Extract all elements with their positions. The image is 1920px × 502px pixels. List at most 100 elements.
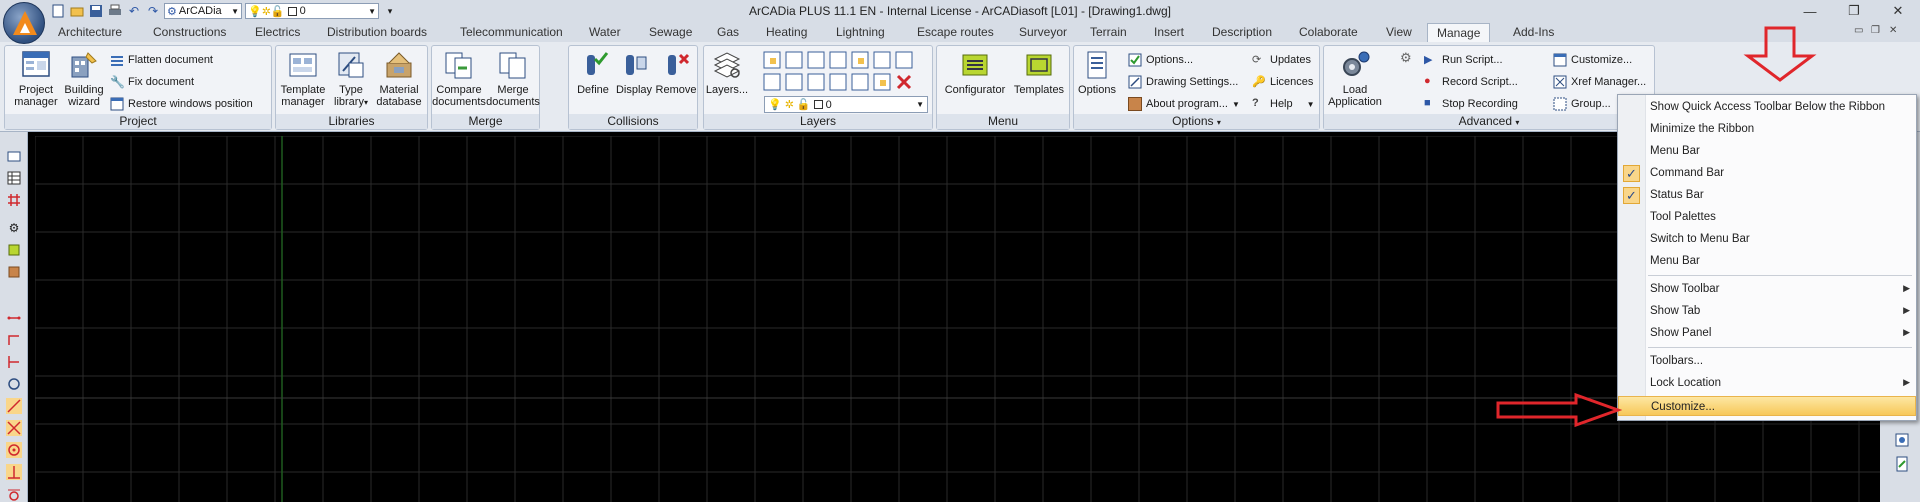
remove-collision-button[interactable]: Remove [649,49,703,96]
group-button[interactable]: Group... [1553,95,1611,113]
tab-distribution-boards[interactable]: Distribution boards [327,25,427,39]
circle-tool-icon[interactable] [6,376,22,392]
snap-endpoint-tool-icon[interactable] [6,398,22,414]
compare-documents-button[interactable]: Compare documents [432,49,486,108]
snap-center-tool-icon[interactable] [6,442,22,458]
polyline-tool-icon[interactable] [6,332,22,348]
layer-combo[interactable]: 💡 ✲ 🔓 0 ▼ [245,3,379,19]
menu-item-toolbars[interactable]: Toolbars... [1618,351,1916,371]
updates-button[interactable]: ⟳ Updates [1252,51,1311,69]
settings-gear-icon[interactable]: ⚙ [1400,50,1416,66]
open-folder-icon[interactable] [69,3,85,19]
tab-constructions[interactable]: Constructions [153,25,226,39]
stop-recording-button[interactable]: ■ Stop Recording [1424,95,1518,113]
tab-gas[interactable]: Gas [717,25,739,39]
tab-lightning[interactable]: Lightning [836,25,885,39]
drawing-settings-button[interactable]: Drawing Settings... [1128,73,1238,91]
about-program-button[interactable]: About program... ▼ [1128,95,1240,113]
tab-colaborate[interactable]: Colaborate [1299,25,1358,39]
tab-electrics[interactable]: Electrics [255,25,300,39]
menu-item-menu-bar-2[interactable]: Menu Bar [1618,251,1916,271]
undo-icon[interactable]: ↶ [126,3,142,19]
dimension-tool-icon[interactable] [6,354,22,370]
options-big-button[interactable]: Options [1072,49,1122,96]
menu-item-menu-bar[interactable]: Menu Bar [1618,141,1916,161]
drawing-canvas[interactable] [34,135,1880,502]
tab-insert[interactable]: Insert [1154,25,1184,39]
green-block-tool-icon[interactable] [6,242,22,258]
template-manager-button[interactable]: Template manager [276,49,330,108]
new-file-icon[interactable] [50,3,66,19]
close-button[interactable]: ✕ [1876,0,1920,22]
customize-ribbon-button[interactable]: Customize... [1553,51,1632,69]
line-tool-icon[interactable] [6,310,22,326]
application-menu-button[interactable] [3,2,45,44]
tab-architecture[interactable]: Architecture [58,25,122,39]
tab-terrain[interactable]: Terrain [1090,25,1127,39]
menu-item-show-qat-below[interactable]: Show Quick Access Toolbar Below the Ribb… [1618,97,1916,117]
help-button[interactable]: ? Help ▼ [1252,95,1315,113]
layer-tools-icons[interactable] [762,50,928,94]
run-script-button[interactable]: ▶ Run Script... [1424,51,1503,69]
rectangle-tool-icon[interactable] [6,148,22,164]
menu-item-show-panel[interactable]: Show Panel ▶ [1618,323,1916,343]
templates-button[interactable]: Templates [1009,49,1069,96]
merge-documents-button[interactable]: Merge documents [486,49,540,108]
load-application-button[interactable]: Load Application [1326,49,1384,108]
restore-windows-position-button[interactable]: Restore windows position [110,95,253,113]
record-script-button[interactable]: ● Record Script... [1424,73,1518,91]
menu-item-show-tab[interactable]: Show Tab ▶ [1618,301,1916,321]
type-library-button[interactable]: Type library▾ [324,49,378,109]
print-icon[interactable] [107,3,123,19]
snap-tangent-tool-icon[interactable] [6,486,22,502]
tab-add-ins[interactable]: Add-Ins [1513,25,1554,39]
ribbon-minimize-icon[interactable]: ▭ [1854,25,1863,36]
profile-combo[interactable]: ⚙ ArCADia ▼ [164,3,242,19]
tab-water[interactable]: Water [589,25,621,39]
licences-button[interactable]: 🔑 Licences [1252,73,1313,91]
table-tool-icon[interactable] [6,170,22,186]
building-wizard-button[interactable]: Building wizard [57,49,111,108]
properties-icon[interactable] [1894,432,1910,448]
ribbon-restore-icon[interactable]: ❐ [1871,25,1880,36]
ribbon-close-icon[interactable]: ✕ [1889,25,1897,36]
material-database-button[interactable]: Material database [372,49,426,108]
options-small-button[interactable]: Options... [1128,51,1193,69]
tab-view[interactable]: View [1386,25,1412,39]
qat-customize-icon[interactable]: ▾ [382,3,398,19]
menu-item-switch-to-menu-bar[interactable]: Switch to Menu Bar [1618,229,1916,249]
menu-item-status-bar[interactable]: ✓ Status Bar [1618,185,1916,205]
tab-escape-routes[interactable]: Escape routes [917,25,994,39]
configurator-button[interactable]: Configurator [940,49,1010,96]
tab-manage[interactable]: Manage [1427,23,1491,43]
snap-intersection-tool-icon[interactable] [6,420,22,436]
restore-button[interactable]: ❐ [1832,0,1876,22]
panel-advanced-label[interactable]: Advanced ▾ [1324,114,1654,129]
xref-manager-button[interactable]: Xref Manager... [1553,73,1646,91]
menu-item-customize[interactable]: Customize... [1618,396,1916,416]
gear-tool-icon[interactable]: ⚙ [6,220,22,236]
tab-surveyor[interactable]: Surveyor [1019,25,1067,39]
fix-document-button[interactable]: 🔧 Fix document [110,73,194,91]
flatten-document-button[interactable]: Flatten document [110,51,213,69]
save-icon[interactable] [88,3,104,19]
menu-item-command-bar[interactable]: ✓ Command Bar [1618,163,1916,183]
menu-item-lock-location[interactable]: Lock Location ▶ [1618,373,1916,393]
menu-item-minimize-ribbon[interactable]: Minimize the Ribbon [1618,119,1916,139]
tab-heating[interactable]: Heating [766,25,807,39]
menu-item-show-toolbar[interactable]: Show Toolbar ▶ [1618,279,1916,299]
layer-selector[interactable]: 💡 ✲ 🔓 0 ▼ [764,96,928,113]
minimize-button[interactable]: — [1788,0,1832,22]
project-manager-button[interactable]: Project manager [9,49,63,108]
panel-options-label[interactable]: Options ▾ [1074,114,1319,129]
brown-block-tool-icon[interactable] [6,264,22,280]
layers-button[interactable]: Layers... [700,49,754,96]
tab-telecommunication[interactable]: Telecommunication [460,25,563,39]
snap-perpendicular-tool-icon[interactable] [6,464,22,480]
redo-icon[interactable]: ↷ [145,3,161,19]
tab-sewage[interactable]: Sewage [649,25,692,39]
tab-description[interactable]: Description [1212,25,1272,39]
menu-item-tool-palettes[interactable]: Tool Palettes [1618,207,1916,227]
document-edit-icon[interactable] [1894,456,1910,472]
grid-tool-icon[interactable] [6,192,22,208]
